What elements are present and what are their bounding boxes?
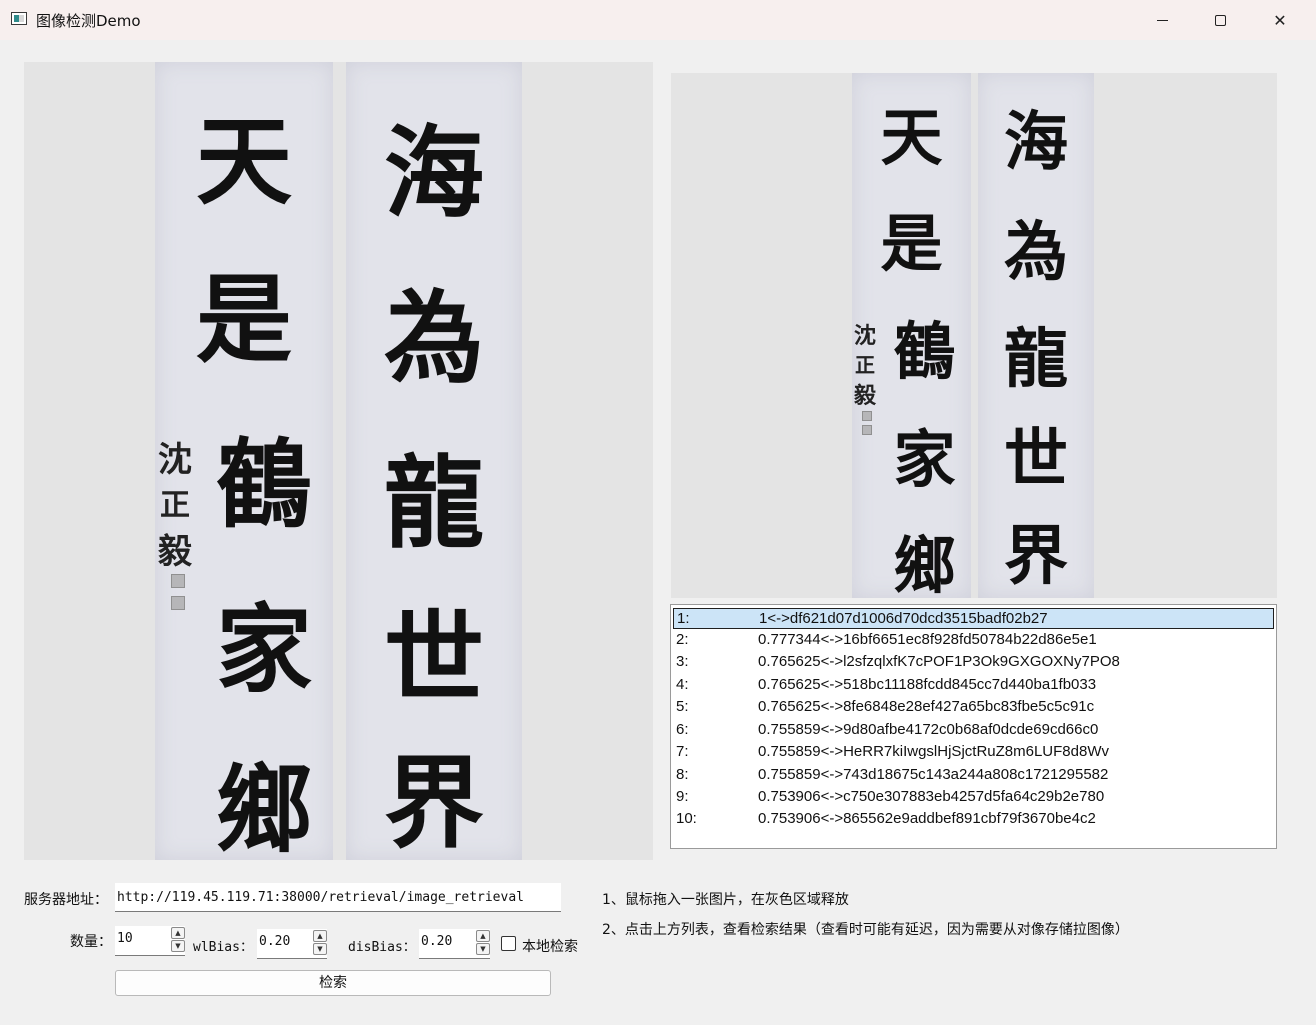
list-item-value: 0.777344<->16bf6651ec8f928fd50784b22d86e… [758,631,1097,648]
list-item[interactable]: 8: 0.755859<->743d18675c143a244a808c1721… [673,765,1274,786]
list-item-value: 0.753906<->c750e307883eb4257d5fa64c29b2e… [758,788,1105,805]
list-item[interactable]: 9: 0.753906<->c750e307883eb4257d5fa64c29… [673,787,1274,808]
spin-up-icon[interactable]: ▲ [171,927,185,939]
signature-char: 毅 [853,383,876,409]
list-item[interactable]: 6: 0.755859<->9d80afbe4172c0b68af0dcde69… [673,720,1274,741]
calligraphy-char: 家 [893,423,956,496]
local-search-label[interactable]: 本地检索 [522,936,578,956]
seal-stamp [862,425,872,435]
spin-down-icon[interactable]: ▼ [313,943,327,955]
result-image-preview: 天 是 鶴 家 鄉 沈 正 毅 海 為 龍 世 界 [671,73,1277,598]
calligraphy-char: 世 [384,599,484,717]
list-item[interactable]: 10: 0.753906<->865562e9addbef891cbf79f36… [673,809,1274,830]
local-search-checkbox[interactable] [501,936,516,951]
calligraphy-char: 世 [1004,422,1068,497]
list-item[interactable]: 2: 0.777344<->16bf6651ec8f928fd50784b22d… [673,630,1274,651]
maximize-button[interactable] [1191,0,1249,40]
close-icon: ✕ [1273,10,1287,30]
list-item-value: 0.755859<->HeRR7kiIwgslHjSjctRuZ8m6LUF8d… [758,743,1109,760]
seal-stamp [862,411,872,421]
calligraphy-char: 龍 [1004,322,1068,397]
spin-up-icon[interactable]: ▲ [313,930,327,942]
calligraphy-char: 界 [384,744,484,860]
couplet-left-scroll: 天 是 鶴 家 鄉 沈 正 毅 [155,62,333,860]
signature-char: 沈 [158,440,192,480]
list-item-index: 9: [676,788,689,805]
app-window-icon [11,12,27,25]
title-bar: 图像检测Demo ✕ [0,0,1316,40]
list-item-value: 0.755859<->743d18675c143a244a808c1721295… [758,766,1109,783]
signature-char: 毅 [158,532,192,572]
calligraphy-char: 鄉 [216,753,312,860]
list-item-index: 5: [676,698,689,715]
list-item[interactable]: 1: 1<->df621d07d1006d70dcd3515badf02b27 [673,608,1274,629]
list-item[interactable]: 5: 0.765625<->8fe6848e28ef427a65bc83fbe5… [673,697,1274,718]
list-item-index: 6: [676,721,689,738]
list-item-index: 7: [676,743,689,760]
maximize-icon [1214,14,1226,26]
spin-down-icon[interactable]: ▼ [476,943,490,955]
server-address-input[interactable] [115,883,561,912]
seal-stamp [171,596,185,610]
list-item-index: 2: [676,631,689,648]
disbias-spinbox[interactable]: 0.20 ▲ ▼ [419,929,490,959]
couplet-right-scroll: 海 為 龍 世 界 [346,62,522,860]
instruction-line-2: 2、点击上方列表，查看检索结果（查看时可能有延迟，因为需要从对像存储拉图像） [602,922,1129,938]
list-item[interactable]: 3: 0.765625<->l2sfzqlxfK7cPOF1P3Ok9GXGOX… [673,652,1274,673]
calligraphy-char: 鶴 [216,428,312,541]
list-item-value: 1<->df621d07d1006d70dcd3515badf02b27 [759,610,1048,627]
server-address-label: 服务器地址： [24,892,108,908]
list-item-index: 10: [676,810,697,827]
count-value: 10 [117,931,133,946]
wlbias-label: wlBias： [193,940,253,955]
calligraphy-char: 是 [880,207,943,280]
spin-down-icon[interactable]: ▼ [171,940,185,952]
list-item[interactable]: 7: 0.755859<->HeRR7kiIwgslHjSjctRuZ8m6LU… [673,742,1274,763]
disbias-value: 0.20 [421,934,453,949]
list-item-value: 0.765625<->8fe6848e28ef427a65bc83fbe5c5c… [758,698,1095,715]
list-item-index: 4: [676,676,689,693]
minimize-icon [1156,19,1168,21]
disbias-label: disBias： [348,940,416,955]
count-spinbox[interactable]: 10 ▲ ▼ [115,926,185,956]
list-item-index: 8: [676,766,689,783]
signature-char: 正 [160,488,190,523]
calligraphy-char: 為 [1004,215,1068,290]
list-item-value: 0.755859<->9d80afbe4172c0b68af0dcde69cd6… [758,721,1099,738]
window-title: 图像检测Demo [36,12,141,30]
calligraphy-char: 鄉 [893,529,956,598]
couplet-right-scroll: 海 為 龍 世 界 [978,73,1094,598]
close-button[interactable]: ✕ [1251,0,1309,40]
seal-stamp [171,574,185,588]
calligraphy-char: 是 [196,263,292,376]
instruction-line-1: 1、鼠标拖入一张图片，在灰色区域释放 [602,892,849,908]
list-item-value: 0.765625<->518bc11188fcdd845cc7d440ba1fb… [758,676,1097,693]
wlbias-spinbox[interactable]: 0.20 ▲ ▼ [257,929,327,959]
search-button[interactable]: 检索 [115,970,551,996]
calligraphy-char: 為 [384,279,484,397]
signature-char: 沈 [853,323,876,349]
list-item-value: 0.765625<->l2sfzqlxfK7cPOF1P3Ok9GXGOXNy7… [758,653,1120,670]
calligraphy-char: 海 [1004,105,1068,180]
image-drop-area[interactable]: 天 是 鶴 家 鄉 沈 正 毅 海 為 龍 世 界 [24,62,653,860]
wlbias-value: 0.20 [259,934,291,949]
calligraphy-char: 天 [880,101,943,174]
calligraphy-char: 家 [216,593,312,706]
spin-up-icon[interactable]: ▲ [476,930,490,942]
calligraphy-char: 海 [384,114,484,232]
list-item[interactable]: 4: 0.765625<->518bc11188fcdd845cc7d440ba… [673,675,1274,696]
list-item-index: 1: [677,610,690,627]
minimize-button[interactable] [1133,0,1191,40]
list-item-index: 3: [676,653,689,670]
couplet-left-scroll: 天 是 鶴 家 鄉 沈 正 毅 [852,73,971,598]
list-item-value: 0.753906<->865562e9addbef891cbf79f3670be… [758,810,1096,827]
calligraphy-char: 界 [1004,519,1068,594]
calligraphy-char: 天 [196,105,292,218]
calligraphy-char: 龍 [384,444,484,562]
signature-char: 正 [855,353,875,377]
count-label: 数量： [70,934,112,950]
calligraphy-char: 鶴 [893,315,956,388]
result-list[interactable]: 1: 1<->df621d07d1006d70dcd3515badf02b27 … [670,604,1277,849]
